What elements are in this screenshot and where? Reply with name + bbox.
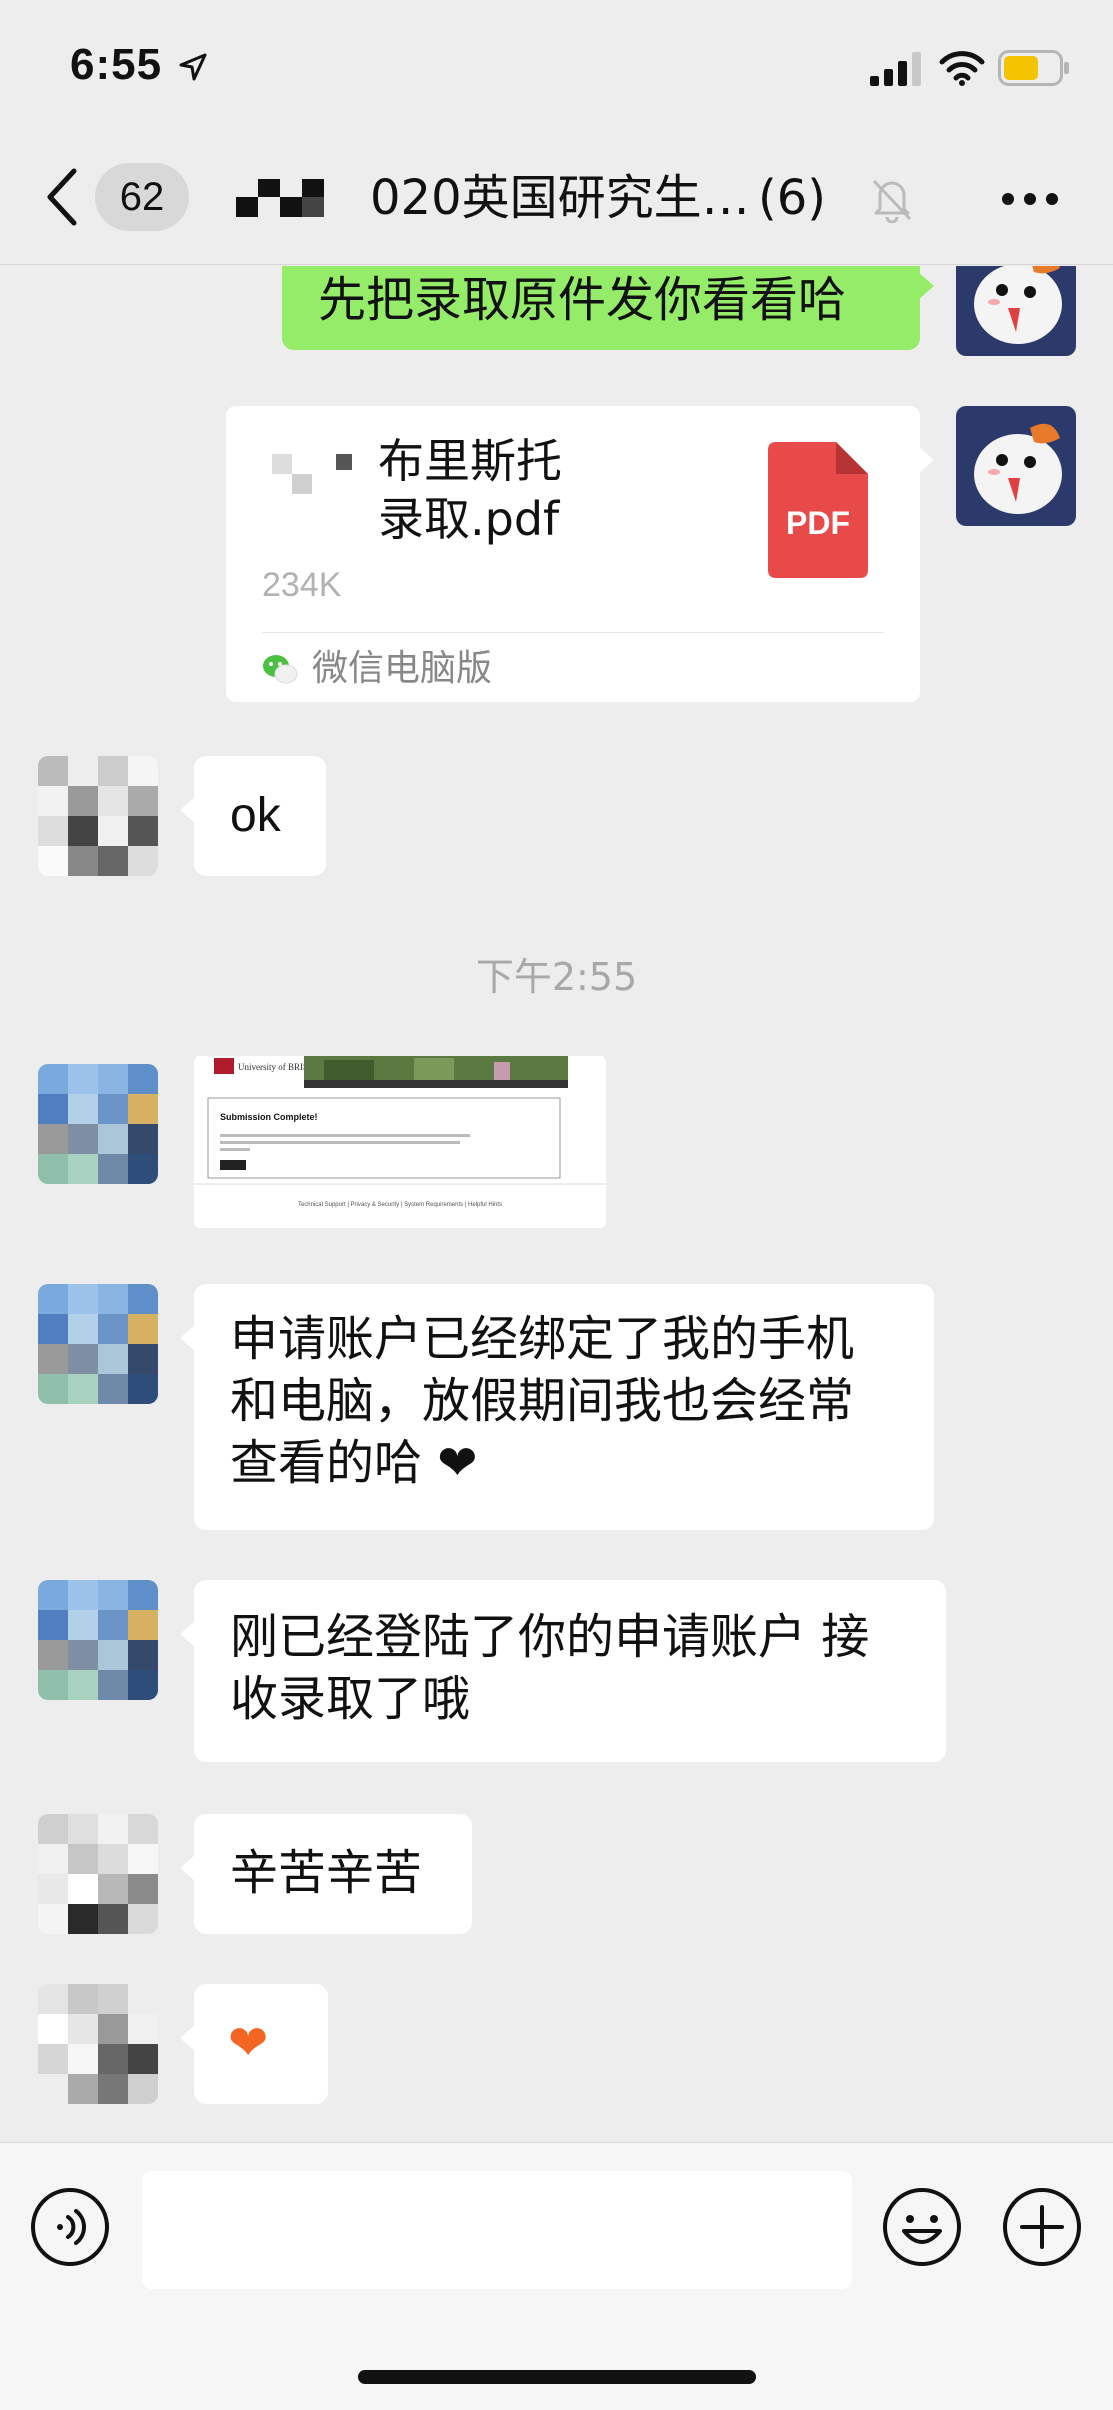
cellular-signal-icon xyxy=(870,52,921,86)
message-bubble-received[interactable]: 辛苦辛苦 xyxy=(180,1814,472,1934)
message-bubble-received[interactable]: ❤ xyxy=(180,1984,328,2104)
plus-icon[interactable] xyxy=(1002,2187,1082,2267)
bell-slash-icon xyxy=(872,179,912,223)
location-arrow-icon xyxy=(179,53,207,81)
heart-emoji: ❤ xyxy=(228,2015,269,2071)
avatar-contact-pixelated[interactable] xyxy=(38,756,158,876)
message-bubble-sent[interactable]: 先把录取原件发你看看哈 xyxy=(282,266,934,350)
message-timestamp: 下午2:55 xyxy=(475,955,638,999)
message-bubble-received[interactable]: 申请账户已经绑定了我的手机和电脑，放假期间我也会经常查看的哈 ❤ xyxy=(180,1284,934,1530)
file-card-divider xyxy=(262,632,884,633)
voice-icon[interactable] xyxy=(30,2187,110,2267)
file-size: 234K xyxy=(262,566,342,604)
chat-title: 020英国研究生… xyxy=(370,170,750,226)
home-indicator[interactable] xyxy=(358,2370,756,2384)
avatar-contact-pixelated[interactable] xyxy=(38,1580,158,1700)
avatar-contact-pixelated[interactable] xyxy=(38,1064,158,1184)
avatar-self[interactable] xyxy=(956,406,1076,526)
file-name: 布里斯托 录取.pdf xyxy=(378,434,562,546)
pixelated-title-fragment xyxy=(236,179,324,217)
message-text: 先把录取原件发你看看哈 xyxy=(318,272,847,328)
pdf-icon-label: PDF xyxy=(786,505,850,541)
image-message-thumbnail[interactable]: University of BRISTOL Submission Complet… xyxy=(194,1056,606,1228)
ellipsis-icon[interactable] xyxy=(1000,191,1060,207)
chat-header: 62 020英国研究生… (6) xyxy=(0,135,1113,265)
message-text: 刚已经登陆了你的申请账户 接收录取了哦 xyxy=(230,1609,870,1727)
avatar-contact-pixelated[interactable] xyxy=(38,1284,158,1404)
avatar-contact-pixelated[interactable] xyxy=(38,1984,158,2104)
unread-count-badge[interactable]: 62 xyxy=(95,163,189,231)
wechat-icon xyxy=(263,655,298,684)
message-text: 申请账户已经绑定了我的手机和电脑，放假期间我也会经常查看的哈 ❤ xyxy=(230,1311,855,1491)
hamster-avatar-icon xyxy=(956,266,1076,356)
pdf-file-icon: PDF xyxy=(768,442,868,578)
message-text: ok xyxy=(230,789,281,842)
member-count: (6) xyxy=(758,170,826,226)
thumb-footer-links: Technical Support | Privacy & Security |… xyxy=(298,1202,502,1208)
message-bubble-received[interactable]: 刚已经登陆了你的申请账户 接收录取了哦 xyxy=(180,1580,946,1762)
message-text: 辛苦辛苦 xyxy=(230,1845,423,1901)
thumb-heading: Submission Complete! xyxy=(220,1112,318,1122)
status-time: 6:55 xyxy=(70,40,163,89)
emoji-icon[interactable] xyxy=(882,2187,962,2267)
file-message-card[interactable]: 布里斯托 录取.pdf 234K PDF 微信电脑版 xyxy=(226,406,934,702)
wifi-icon xyxy=(939,51,985,86)
avatar-contact-pixelated[interactable] xyxy=(38,1814,158,1934)
avatar-self[interactable] xyxy=(956,266,1076,356)
message-bubble-received[interactable]: ok xyxy=(180,756,326,876)
message-list[interactable]: 先把录取原件发你看看哈 布里斯托 录取.pdf 234K PDF 微信电脑版 o… xyxy=(0,266,1113,2142)
battery-icon xyxy=(998,50,1069,86)
file-source-label: 微信电脑版 xyxy=(312,648,493,689)
message-input[interactable] xyxy=(142,2171,852,2289)
chevron-left-icon[interactable] xyxy=(44,167,78,227)
bristol-screenshot-image: University of BRISTOL Submission Complet… xyxy=(194,1056,606,1228)
hamster-avatar-icon xyxy=(956,406,1076,526)
status-bar: 6:55 xyxy=(0,0,1113,135)
